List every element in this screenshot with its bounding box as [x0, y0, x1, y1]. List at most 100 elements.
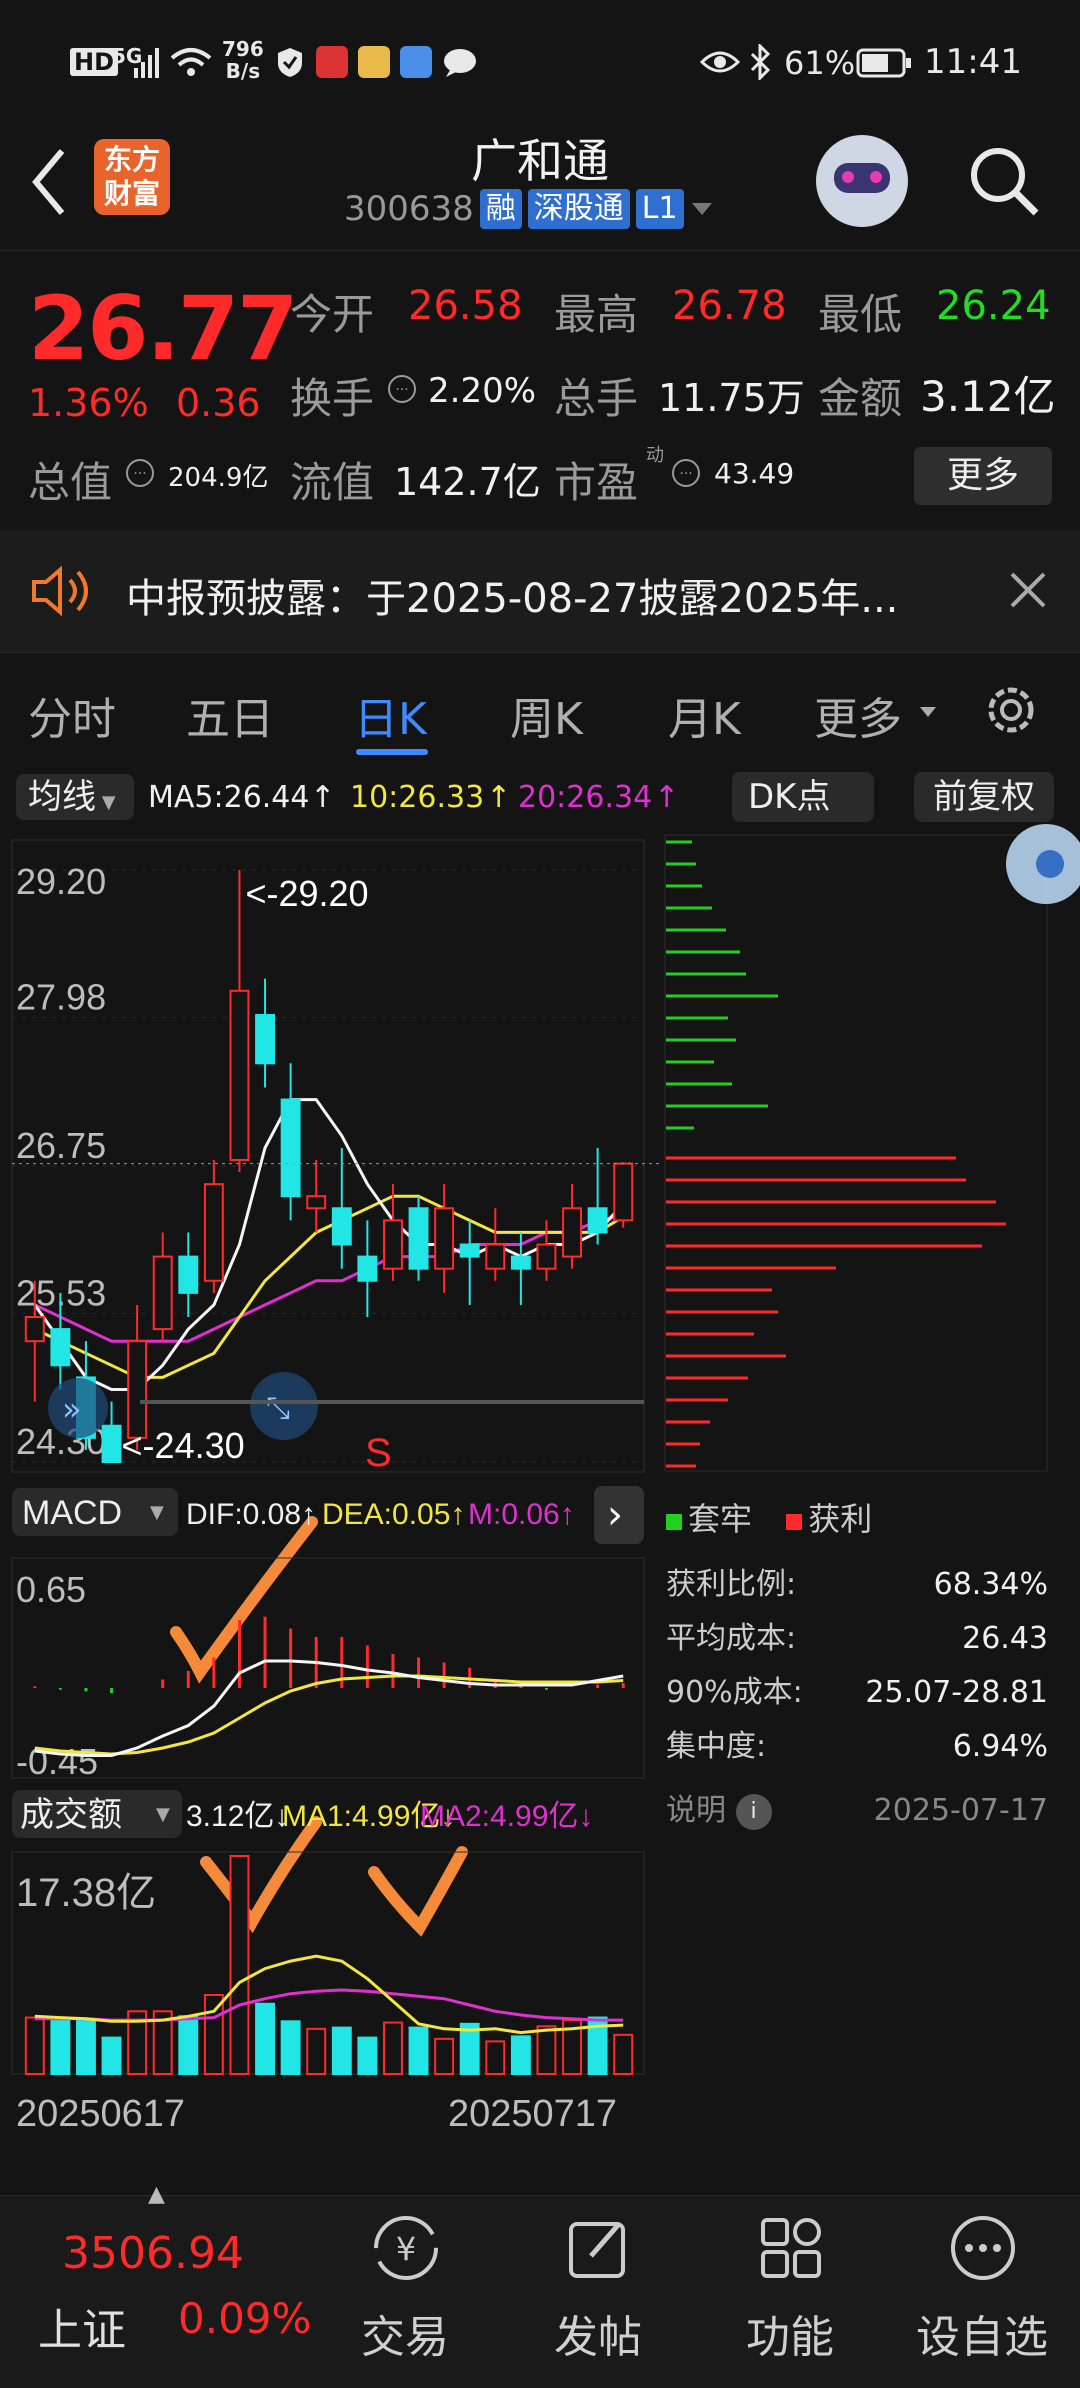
candle-body: [383, 1219, 403, 1270]
candle-body: [101, 1424, 122, 1464]
volume-ma2-line: [34, 1988, 624, 2022]
floating-assistant-icon[interactable]: [1006, 824, 1080, 904]
amount-label: 金额: [818, 374, 903, 423]
dif-line: [34, 1659, 624, 1757]
more-button[interactable]: 更多: [914, 447, 1052, 505]
index-value[interactable]: 3506.94: [62, 2228, 244, 2279]
tag-level: L1: [635, 189, 684, 229]
chevron-right-icon: ›: [607, 1492, 623, 1538]
chevron-down-icon[interactable]: [690, 199, 714, 219]
candle-body: [485, 1243, 506, 1270]
volume-bar: [178, 2015, 199, 2076]
index-name[interactable]: 上证: [38, 2294, 126, 2358]
volume-bar: [331, 2026, 352, 2075]
volume-bar: [408, 2026, 429, 2075]
adjust-button[interactable]: 前复权: [914, 772, 1054, 822]
turnover-value: 2.20%: [428, 371, 537, 411]
ma5-value: MA5:26.44: [148, 780, 310, 815]
search-icon[interactable]: [964, 141, 1044, 221]
info-circle-icon[interactable]: ···: [124, 457, 156, 489]
battery-percent: 61%: [784, 44, 856, 82]
kline-frame: [11, 839, 645, 1473]
close-icon[interactable]: [1008, 570, 1048, 610]
volume-label: 总手: [554, 374, 639, 423]
legend-profit-swatch: [786, 1514, 803, 1530]
svg-text:···: ···: [395, 382, 408, 398]
svg-text:···: ···: [679, 466, 692, 482]
volume-bar: [50, 2019, 71, 2076]
macd-select-label: MACD: [22, 1494, 122, 1532]
candle-body: [331, 1207, 352, 1246]
clock: 11:41: [924, 42, 1022, 82]
nav-post-label: 发帖: [554, 2312, 642, 2363]
candle-body: [229, 989, 250, 1161]
volume-bar: [306, 2027, 327, 2075]
tab-active-indicator: [356, 749, 428, 755]
gear-icon[interactable]: [980, 679, 1042, 741]
chip-note-row: 说明 i 2025-07-17: [666, 1784, 1048, 1838]
volume-bar: [357, 2036, 378, 2076]
candle-body: [357, 1255, 378, 1282]
tab-more[interactable]: 更多: [814, 683, 902, 747]
candle-body: [178, 1255, 199, 1294]
market-cap-label: 总值: [28, 458, 113, 507]
volume-bar: [383, 2021, 403, 2076]
chip-stat-row: 90%成本: 25.07-28.81: [666, 1675, 1048, 1710]
volume-ma2: MA2:4.99亿↓: [420, 1800, 593, 1833]
volume-bar: [101, 2036, 122, 2076]
tab-five-day[interactable]: 五日: [186, 683, 274, 747]
ma-selector[interactable]: 均线 ▼: [16, 774, 134, 820]
candle-body: [255, 1013, 275, 1065]
robot-assistant-icon[interactable]: [816, 135, 908, 227]
high-label: 最高: [554, 290, 639, 339]
candle-body: [203, 1183, 224, 1282]
last-price: 26.77: [28, 277, 298, 380]
chip-date: 2025-07-17: [873, 1793, 1048, 1828]
chip-stat-row: 获利比例: 68.34%: [666, 1567, 1048, 1602]
tab-monthly-k[interactable]: 月K: [668, 683, 741, 747]
expand-caret-icon: ▲: [148, 2182, 165, 2207]
info-circle-icon[interactable]: ···: [670, 457, 702, 489]
chip-legend: 套牢 获利: [666, 1494, 872, 1540]
dk-point-button[interactable]: DK点: [732, 772, 874, 822]
low-marker: <-24.30: [122, 1425, 245, 1466]
status-bar: HD 5G 796 B/s 61% 11:41: [0, 0, 1080, 125]
candle-body: [536, 1243, 557, 1270]
notice-bar[interactable]: 中报预披露：于2025-08-27披露2025年...: [0, 530, 1080, 652]
ma10-line: [34, 1194, 624, 1379]
info-circle-icon[interactable]: ···: [386, 373, 418, 405]
y-tick-label: 27.98: [16, 976, 106, 1017]
ma10-value: 10:26.33: [350, 780, 485, 815]
candle-body: [562, 1207, 582, 1258]
open-value: 26.58: [408, 283, 523, 329]
chip-distribution-chart: [664, 834, 1048, 1472]
eye-icon: [700, 51, 740, 73]
open-label: 今开: [290, 290, 375, 339]
annotation-check-3: [368, 1846, 468, 1937]
y-tick-label: 26.75: [16, 1125, 106, 1166]
chevron-down-icon: [920, 707, 936, 717]
volume-tick: 17.38亿: [16, 1871, 156, 1915]
stock-code: 300638: [344, 189, 474, 229]
macd-tick-top: 0.65: [16, 1569, 86, 1610]
index-change[interactable]: 0.09%: [178, 2294, 311, 2343]
battery-icon: [856, 48, 911, 78]
kline-chart[interactable]: 29.2027.9826.7525.5324.30<-29.20<-24.30 S…: [0, 832, 660, 2172]
fast-forward-icon: »: [62, 1390, 82, 1428]
app-notify-icon: [316, 46, 348, 78]
change-amount: 0.36: [176, 381, 261, 425]
trade-icon: ¥: [374, 2216, 438, 2280]
info-icon[interactable]: i: [735, 1793, 772, 1830]
chart-area: 均线 ▼ MA5:26.44 ↑ 10:26.33 ↑ 20:26.34 ↑ D…: [0, 764, 1080, 2194]
float-cap-value: 142.7亿: [394, 460, 541, 504]
turnover-label: 换手: [290, 374, 375, 423]
edit-icon: [569, 2222, 625, 2278]
volume-bar: [255, 2002, 275, 2075]
speaker-icon: [32, 566, 88, 616]
tab-weekly-k[interactable]: 周K: [510, 683, 583, 747]
tag-shenzhen-connect: 深股通: [527, 189, 630, 229]
tab-daily-k[interactable]: 日K: [354, 683, 427, 747]
notice-text: 中报预披露：于2025-08-27披露2025年...: [126, 576, 899, 622]
candle-body: [127, 1340, 148, 1439]
tab-intraday[interactable]: 分时: [28, 683, 116, 747]
